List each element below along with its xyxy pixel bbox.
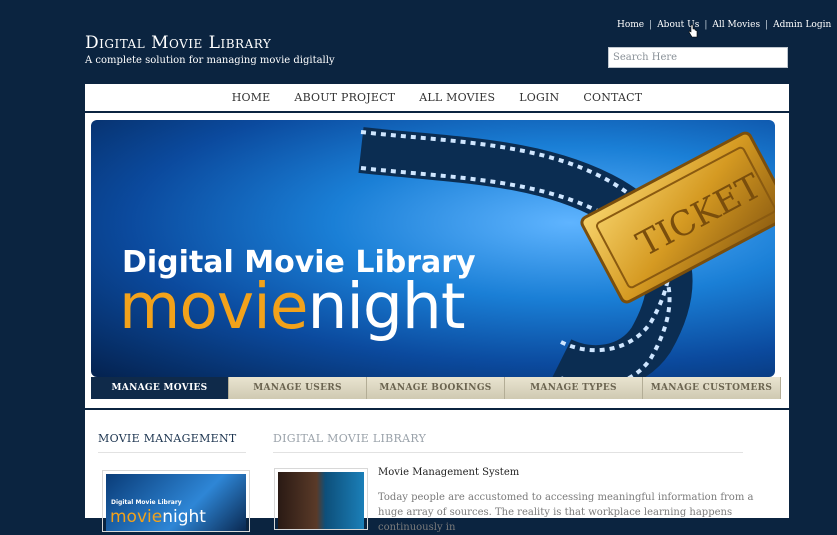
- tab-manage-bookings[interactable]: MANAGE BOOKINGS: [367, 377, 505, 399]
- management-tabs: MANAGE MOVIES MANAGE USERS MANAGE BOOKIN…: [91, 377, 781, 399]
- tab-manage-customers[interactable]: MANAGE CUSTOMERS: [643, 377, 781, 399]
- divider: [98, 452, 246, 453]
- site-brand: Digital Movie Library A complete solutio…: [85, 33, 335, 66]
- banner-panel: TICKET Digital Movie Library movienight …: [85, 113, 789, 408]
- top-link-admin-login[interactable]: Admin Login: [773, 20, 831, 30]
- tab-manage-users[interactable]: MANAGE USERS: [229, 377, 367, 399]
- nav-home[interactable]: HOME: [232, 91, 271, 104]
- tab-manage-types[interactable]: MANAGE TYPES: [505, 377, 643, 399]
- separator: |: [765, 20, 769, 30]
- top-link-home[interactable]: Home: [617, 20, 644, 30]
- article-text: Today people are accustomed to accessing…: [378, 492, 754, 533]
- separator: |: [704, 20, 708, 30]
- main-nav: HOME ABOUT PROJECT ALL MOVIES LOGIN CONT…: [85, 84, 789, 111]
- site-tagline: A complete solution for managing movie d…: [85, 55, 335, 66]
- nav-about-project[interactable]: ABOUT PROJECT: [294, 91, 395, 104]
- digital-movie-library-heading: DIGITAL MOVIE LIBRARY: [273, 432, 427, 445]
- top-links: Home | About Us | All Movies | Admin Log…: [617, 20, 831, 30]
- nav-all-movies[interactable]: ALL MOVIES: [419, 91, 495, 104]
- thumbnail-caption: Digital Movie Library: [111, 499, 182, 506]
- banner-night-word: night: [307, 270, 465, 343]
- movie-thumbnail[interactable]: Digital Movie Library movienight: [102, 470, 250, 532]
- top-link-all-movies[interactable]: All Movies: [712, 20, 760, 30]
- divider: [273, 452, 743, 453]
- article-title[interactable]: Movie Management System: [378, 467, 519, 478]
- nav-login[interactable]: LOGIN: [519, 91, 559, 104]
- content-panel: MOVIE MANAGEMENT DIGITAL MOVIE LIBRARY D…: [85, 410, 789, 533]
- banner-movie-word: movie: [119, 270, 308, 343]
- hand-cursor-icon: [688, 24, 698, 38]
- banner-logo-text: movienight: [119, 275, 466, 338]
- tab-manage-movies[interactable]: MANAGE MOVIES: [91, 377, 229, 399]
- search-input[interactable]: [608, 47, 788, 68]
- movie-management-heading: MOVIE MANAGEMENT: [98, 432, 237, 445]
- thumbnail-logo: movienight: [110, 507, 206, 527]
- article-image: [278, 472, 364, 529]
- article-thumbnail[interactable]: [274, 468, 368, 530]
- separator: |: [649, 20, 653, 30]
- hero-banner: TICKET Digital Movie Library movienight: [91, 120, 775, 377]
- site-title: Digital Movie Library: [85, 33, 272, 53]
- nav-contact[interactable]: CONTACT: [583, 91, 642, 104]
